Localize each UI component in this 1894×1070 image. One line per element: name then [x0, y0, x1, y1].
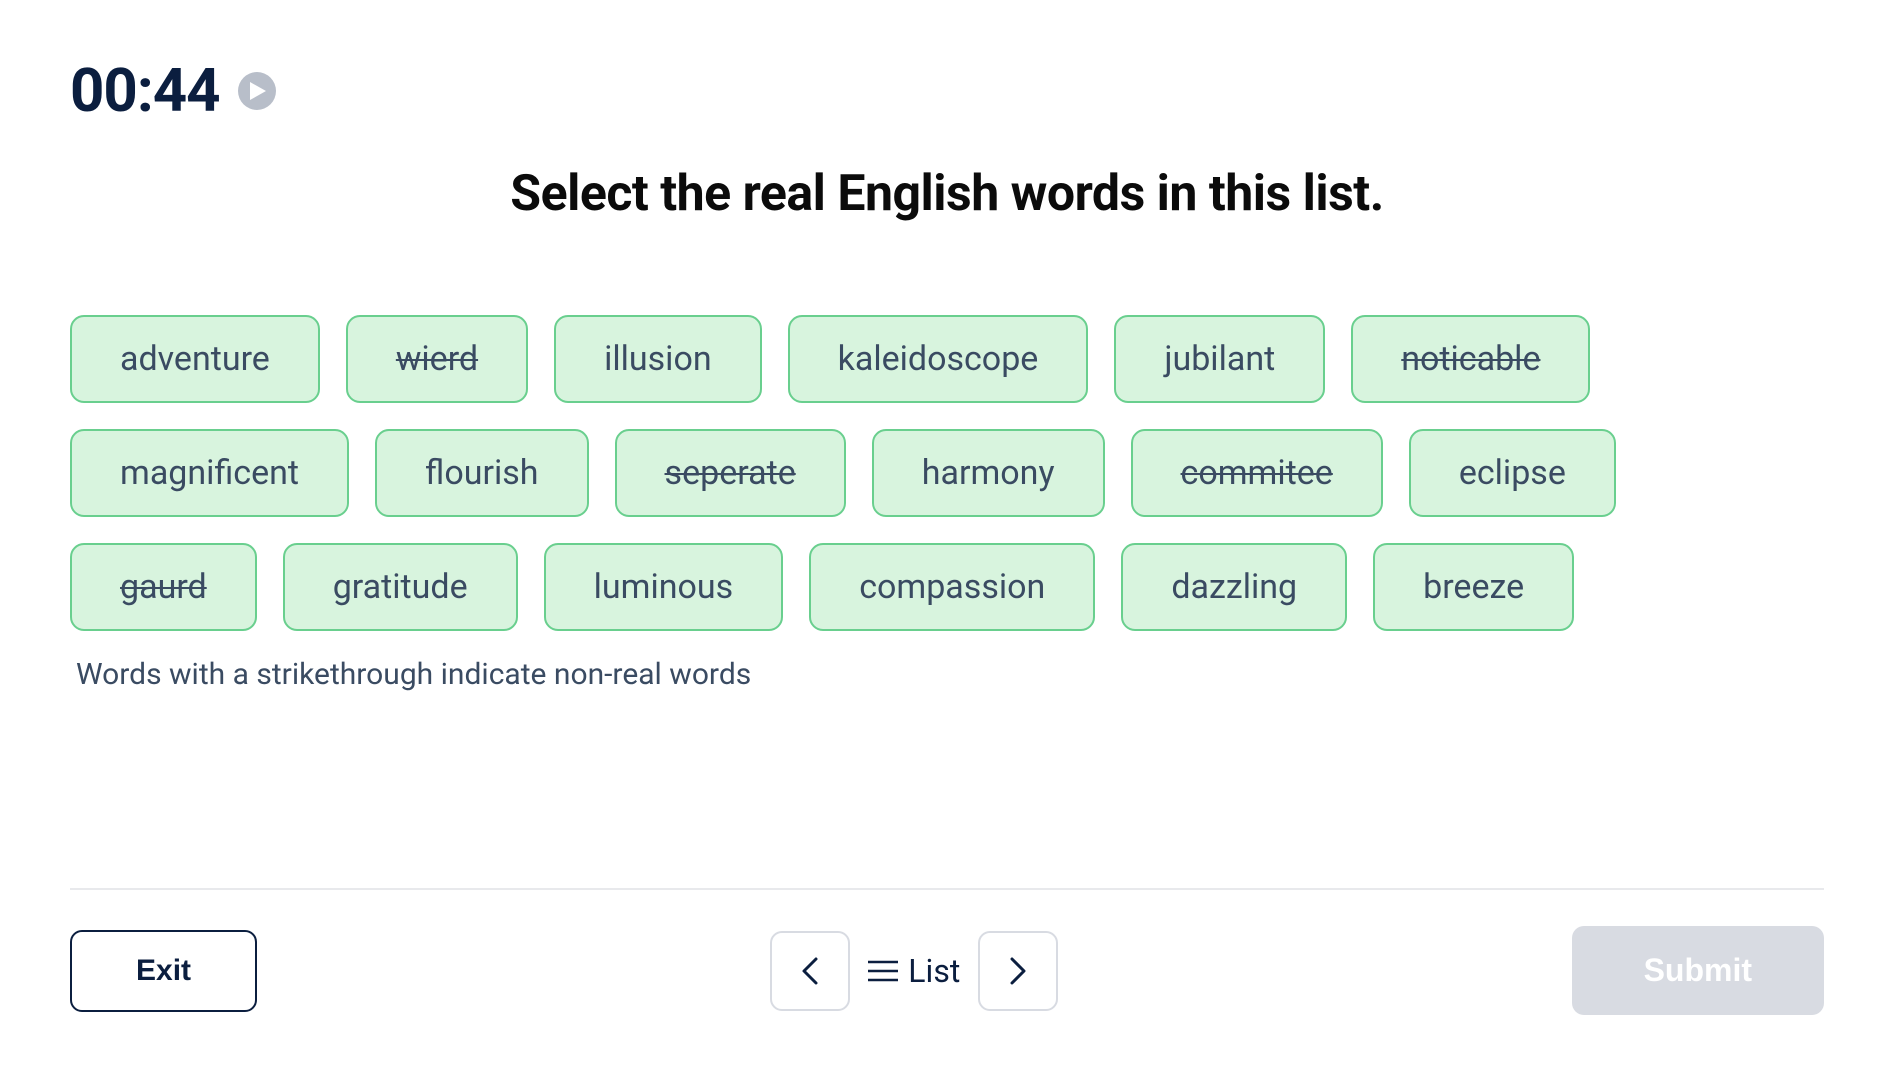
word-chip[interactable]: eclipse	[1409, 429, 1616, 517]
word-chip[interactable]: noticable	[1351, 315, 1590, 403]
hint-text: Words with a strikethrough indicate non-…	[76, 657, 751, 692]
word-chip[interactable]: breeze	[1373, 543, 1574, 631]
word-chip[interactable]: magnificent	[70, 429, 349, 517]
nav-center: List	[770, 931, 1058, 1011]
word-chip[interactable]: gaurd	[70, 543, 257, 631]
word-chip[interactable]: adventure	[70, 315, 320, 403]
timer-display: 00:44	[70, 55, 220, 126]
word-chip[interactable]: flourish	[375, 429, 589, 517]
word-chip[interactable]: luminous	[544, 543, 784, 631]
footer: Exit List Submit	[70, 926, 1824, 1015]
footer-divider	[70, 888, 1824, 890]
word-chip[interactable]: commitee	[1131, 429, 1383, 517]
word-chip[interactable]: illusion	[554, 315, 762, 403]
question-title: Select the real English words in this li…	[0, 165, 1894, 223]
list-label: List	[908, 952, 960, 990]
word-chip[interactable]: kaleidoscope	[788, 315, 1089, 403]
word-grid: adventure wierd illusion kaleidoscope jubila…	[70, 315, 1824, 692]
word-chip[interactable]: compassion	[809, 543, 1095, 631]
word-chip[interactable]: gratitude	[283, 543, 518, 631]
word-chip[interactable]: harmony	[872, 429, 1105, 517]
list-button[interactable]: List	[868, 952, 960, 990]
word-chip[interactable]: seperate	[615, 429, 846, 517]
word-chip[interactable]: wierd	[346, 315, 528, 403]
next-button[interactable]	[978, 931, 1058, 1011]
chevron-right-icon	[1009, 956, 1027, 986]
prev-button[interactable]	[770, 931, 850, 1011]
word-chip[interactable]: dazzling	[1121, 543, 1347, 631]
play-icon[interactable]	[238, 72, 276, 110]
exit-button[interactable]: Exit	[70, 930, 257, 1012]
word-chip[interactable]: jubilant	[1114, 315, 1325, 403]
list-icon	[868, 959, 898, 983]
submit-button[interactable]: Submit	[1572, 926, 1824, 1015]
chevron-left-icon	[801, 956, 819, 986]
